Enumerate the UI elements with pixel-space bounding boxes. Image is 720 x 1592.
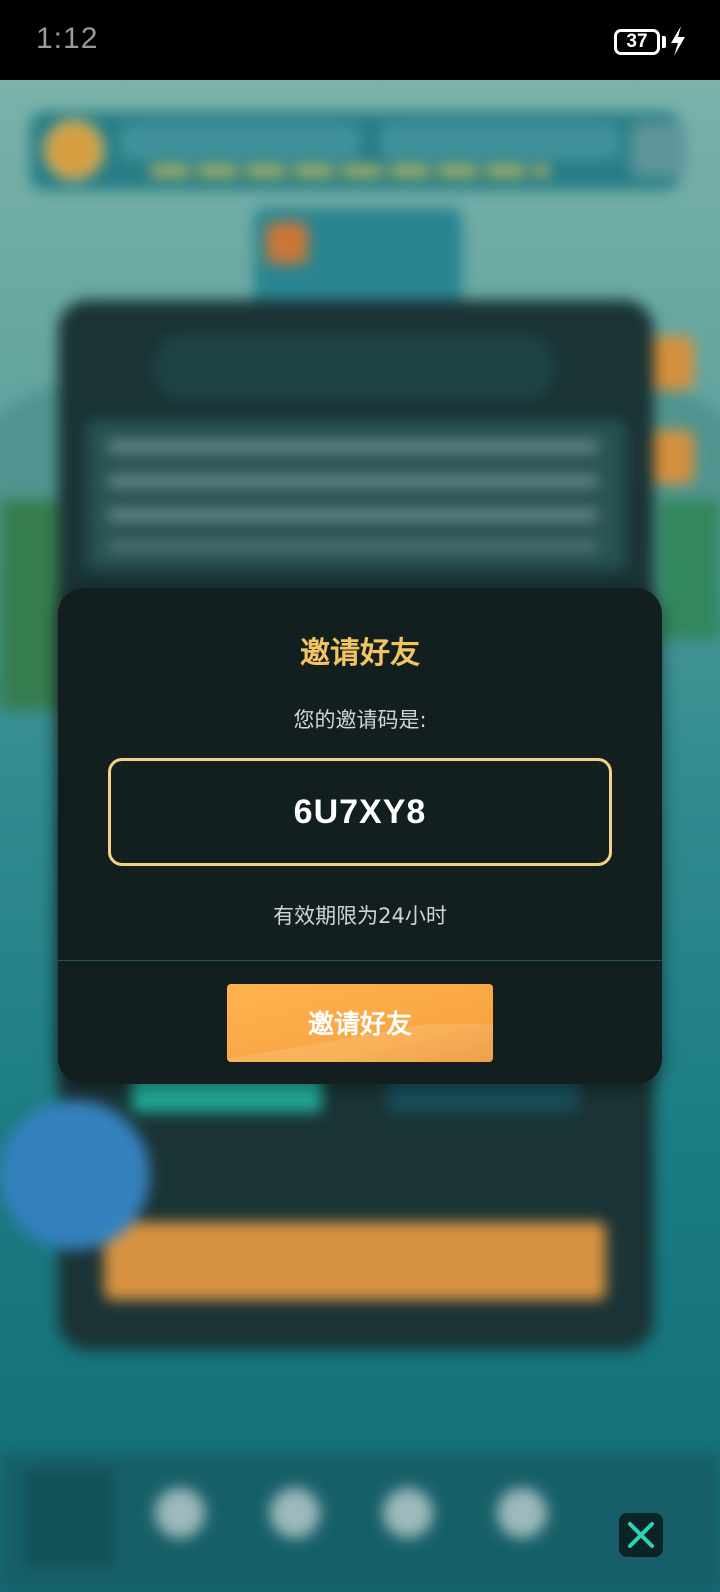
lightning-bolt-icon <box>671 26 685 56</box>
divider <box>58 960 662 961</box>
close-icon <box>628 1522 654 1548</box>
invite-code-prompt: 您的邀请码是: <box>293 708 427 732</box>
close-button[interactable] <box>619 1513 663 1557</box>
battery-tip <box>662 36 666 48</box>
invite-dialog: 邀请好友 您的邀请码是: 6U7XY8 有效期限为24小时 邀请好友 <box>58 588 662 1084</box>
status-bar: 1:12 37 <box>0 0 720 80</box>
validity-note: 有效期限为24小时 <box>273 904 447 928</box>
invite-code-value[interactable]: 6U7XY8 <box>111 793 609 832</box>
battery-indicator: 37 <box>614 29 660 55</box>
status-time: 1:12 <box>36 22 99 55</box>
invite-friends-button[interactable]: 邀请好友 <box>227 984 493 1062</box>
invite-button-label: 邀请好友 <box>307 1010 412 1040</box>
invite-code-box[interactable]: 6U7XY8 <box>108 758 612 866</box>
dialog-title: 邀请好友 <box>300 636 420 671</box>
